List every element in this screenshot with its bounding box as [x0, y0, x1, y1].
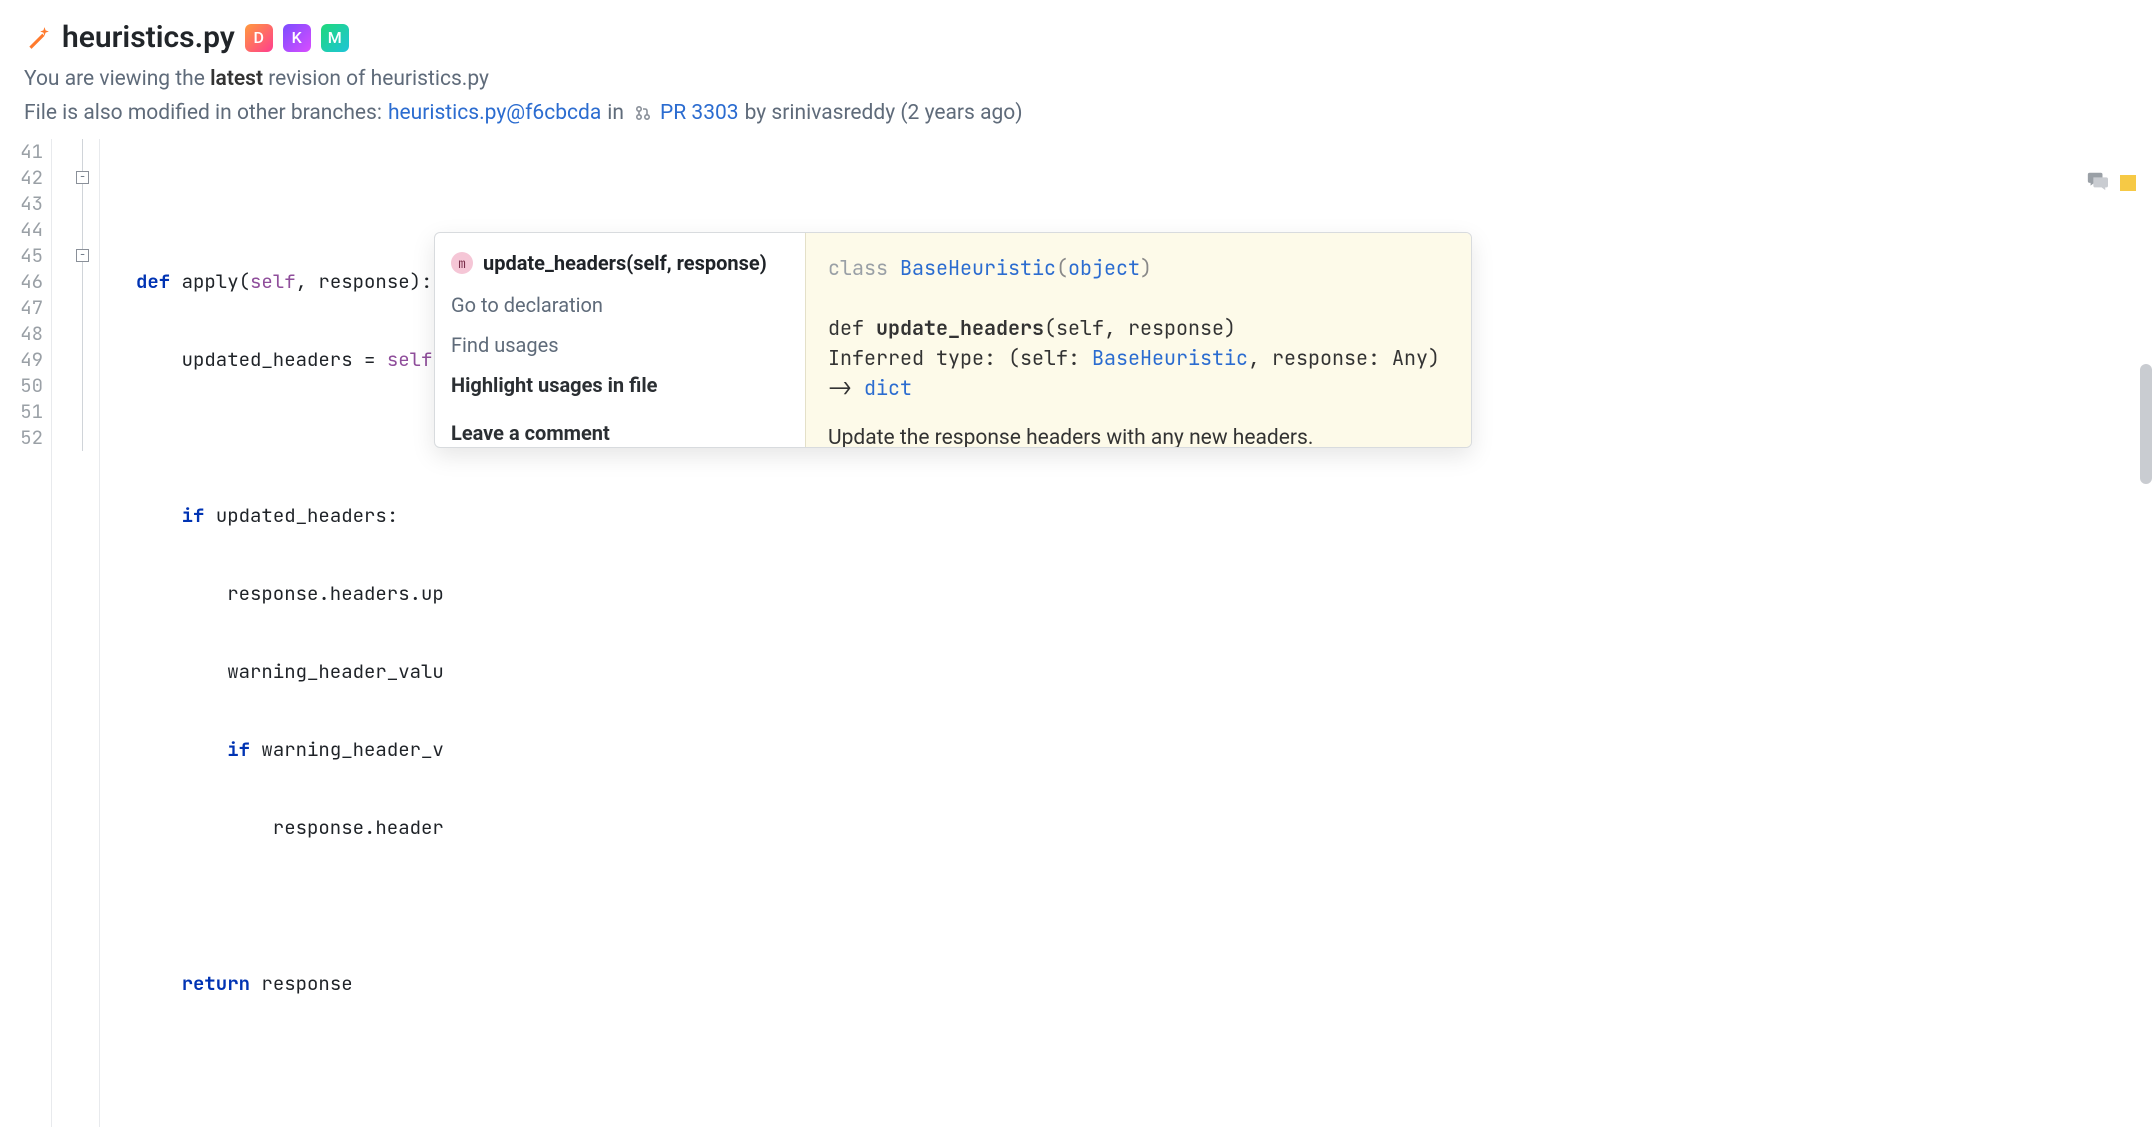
revision-latest: latest — [210, 67, 263, 91]
line-number: 49 — [0, 347, 43, 373]
leave-comment-item[interactable]: Leave a comment — [435, 413, 805, 448]
keyword: if — [182, 503, 205, 528]
line-number: 44 — [0, 217, 43, 243]
doc-class-line: class BaseHeuristic(object) — [828, 253, 1449, 283]
code-line — [136, 893, 717, 919]
pr-link[interactable]: PR 3303 — [660, 101, 739, 125]
reviewer-avatar-m[interactable]: M — [321, 24, 349, 52]
branch-prefix: File is also modified in other branches: — [24, 101, 382, 125]
doc-inferred-line: Inferred type: (self: BaseHeuristic, res… — [828, 343, 1449, 403]
code-text: warning_header_v — [250, 737, 444, 762]
highlight-usages-item[interactable]: Highlight usages in file — [435, 365, 805, 405]
doc-inferred-prefix: Inferred type: (self: — [828, 345, 1092, 371]
popup-actions-panel: m update_headers(self, response) Go to d… — [435, 233, 805, 447]
code-text: response.header — [136, 815, 444, 840]
line-number: 51 — [0, 399, 43, 425]
revision-suffix: revision of heuristics.py — [263, 67, 489, 91]
self-param: self — [250, 269, 296, 294]
line-number-gutter: 414243444546474849505152 — [0, 139, 52, 1127]
line-number: 41 — [0, 139, 43, 165]
line-number: 52 — [0, 425, 43, 451]
code-line — [136, 1049, 717, 1075]
self-ref: self — [387, 347, 433, 372]
code-line: return response — [136, 971, 717, 997]
doc-type-link[interactable]: dict — [864, 375, 912, 401]
doc-def-sig: (self, response) — [1044, 315, 1236, 341]
line-number: 47 — [0, 295, 43, 321]
code-line: if warning_header_v — [136, 737, 717, 763]
paren: ( — [239, 269, 250, 294]
magic-wand-icon — [24, 24, 52, 52]
fold-toggle-icon[interactable]: − — [76, 249, 89, 262]
code-text: response.headers.up — [136, 581, 444, 606]
doc-description: Update the response headers with any new… — [828, 423, 1449, 447]
doc-keyword: class — [828, 255, 900, 281]
code-line: response.header — [136, 815, 717, 841]
fold-guide-line — [82, 139, 83, 451]
doc-base-class[interactable]: object — [1068, 255, 1140, 281]
reviewer-avatar-d[interactable]: D — [245, 24, 273, 52]
code-text: updated_headers: — [204, 503, 398, 528]
file-header: heuristics.py D K M You are viewing the … — [0, 0, 2154, 131]
title-row: heuristics.py D K M — [24, 20, 2130, 55]
doc-def-line: def update_headers(self, response) — [828, 313, 1449, 343]
file-title: heuristics.py — [62, 20, 235, 55]
code-line — [136, 191, 717, 217]
doc-blank-line — [828, 283, 1449, 313]
popup-documentation-panel: class BaseHeuristic(object) def update_h… — [805, 233, 1471, 447]
line-number: 45 — [0, 243, 43, 269]
code-line: warning_header_valu — [136, 659, 717, 685]
doc-paren: ( — [1056, 255, 1068, 281]
doc-class-name[interactable]: BaseHeuristic — [900, 255, 1056, 281]
branch-in: in — [607, 101, 624, 125]
function-name: apply — [170, 269, 238, 294]
find-usages-item[interactable]: Find usages — [435, 325, 805, 365]
revision-prefix: You are viewing the — [24, 67, 210, 91]
code-line: if updated_headers: — [136, 503, 717, 529]
branch-info: File is also modified in other branches:… — [24, 101, 2130, 125]
code-text: updated_headers = — [136, 347, 387, 372]
pull-request-icon — [634, 104, 652, 122]
reviewer-avatar-k[interactable]: K — [283, 24, 311, 52]
keyword: return — [182, 971, 250, 996]
quick-doc-popup: m update_headers(self, response) Go to d… — [434, 232, 1472, 448]
comments-icon[interactable] — [2086, 170, 2108, 196]
doc-def-kw: def — [828, 315, 876, 341]
change-marker-icon[interactable] — [2120, 175, 2136, 191]
branch-author: by srinivasreddy (2 years ago) — [745, 101, 1023, 125]
revision-info: You are viewing the latest revision of h… — [24, 67, 2130, 91]
doc-def-name: update_headers — [876, 315, 1044, 341]
line-number: 43 — [0, 191, 43, 217]
fold-toggle-icon[interactable]: − — [76, 171, 89, 184]
line-number: 46 — [0, 269, 43, 295]
keyword: if — [227, 737, 250, 762]
branch-commit-link[interactable]: heuristics.py@f6cbcda — [388, 101, 601, 125]
doc-type-link[interactable]: BaseHeuristic — [1092, 345, 1248, 371]
popup-symbol-title: m update_headers(self, response) — [435, 243, 805, 285]
go-to-declaration-item[interactable]: Go to declaration — [435, 285, 805, 325]
editor-right-gutter — [2086, 170, 2136, 196]
code-text: , response): — [296, 269, 433, 294]
method-icon: m — [451, 252, 473, 274]
line-number: 42 — [0, 165, 43, 191]
line-number: 50 — [0, 373, 43, 399]
code-line: response.headers.up — [136, 581, 717, 607]
doc-paren: ) — [1140, 255, 1152, 281]
keyword: def — [136, 269, 170, 294]
fold-gutter: − − — [52, 139, 100, 1127]
line-number: 48 — [0, 321, 43, 347]
popup-title-text: update_headers(self, response) — [483, 251, 767, 275]
code-text: warning_header_valu — [136, 659, 444, 684]
code-text: response — [250, 971, 353, 996]
vertical-scrollbar[interactable] — [2140, 364, 2152, 484]
